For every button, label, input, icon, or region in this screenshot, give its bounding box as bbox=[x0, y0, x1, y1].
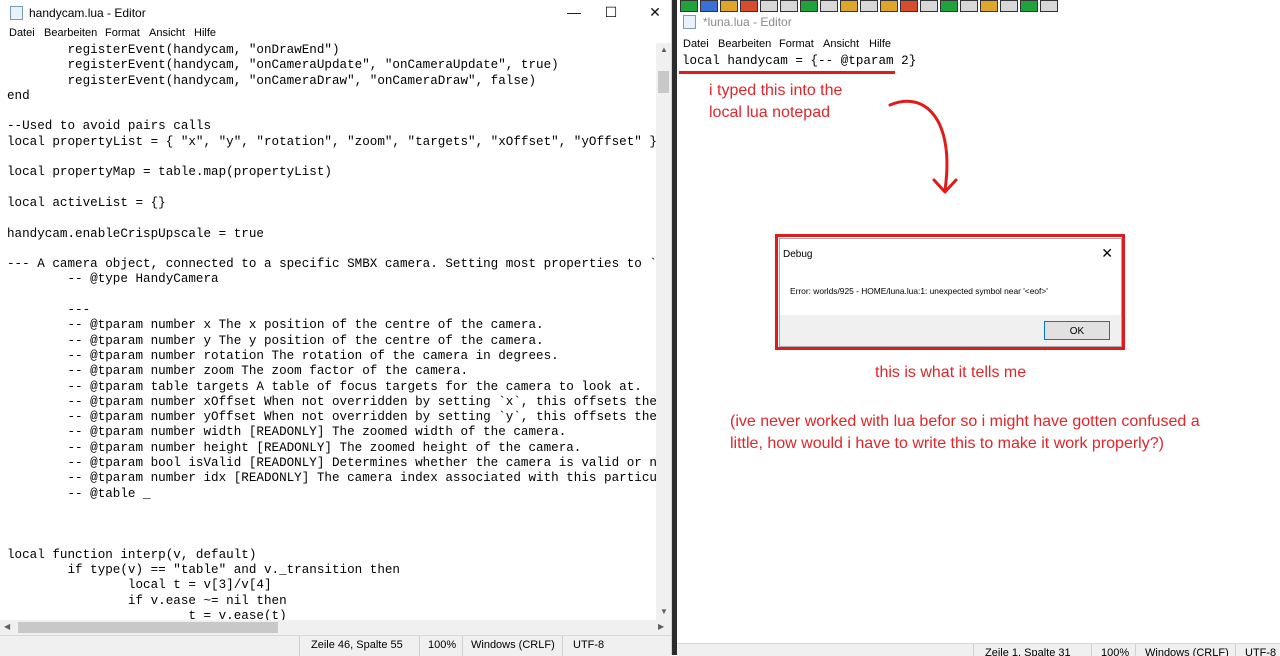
menu-datei[interactable]: Datei bbox=[9, 27, 35, 39]
dialog-message: Error: worlds/925 - HOME/luna.lua:1: une… bbox=[790, 286, 1048, 296]
scroll-up-arrow-icon[interactable]: ▲ bbox=[660, 45, 668, 54]
menu-bar: Datei Bearbeiten Format Ansicht Hilfe bbox=[0, 25, 671, 43]
tile bbox=[1020, 0, 1038, 12]
tile bbox=[980, 0, 998, 12]
scrollbar-thumb[interactable] bbox=[658, 71, 669, 93]
status-bar: Zeile 46, Spalte 55 100% Windows (CRLF) … bbox=[0, 635, 671, 656]
annotation-line: local lua notepad bbox=[709, 104, 830, 121]
text-editor-area[interactable]: registerEvent(handycam, "onDrawEnd") reg… bbox=[0, 43, 656, 620]
status-separator bbox=[1091, 644, 1092, 656]
status-separator bbox=[299, 636, 300, 656]
tile bbox=[940, 0, 958, 12]
vertical-scrollbar[interactable]: ▲ ▼ bbox=[656, 43, 671, 620]
ok-button[interactable]: OK bbox=[1044, 321, 1110, 340]
dialog-title: Debug bbox=[783, 249, 813, 260]
left-editor-window: handycam.lua - Editor — ☐ ✕ Datei Bearbe… bbox=[0, 0, 672, 656]
tile bbox=[820, 0, 838, 12]
annotation-question-note: (ive never worked with lua befor so i mi… bbox=[730, 411, 1200, 455]
annotation-line: i typed this into the bbox=[709, 82, 843, 99]
status-separator bbox=[562, 636, 563, 656]
status-separator bbox=[1235, 644, 1236, 656]
status-bar: Zeile 1, Spalte 31 100% Windows (CRLF) U… bbox=[677, 643, 1280, 656]
window-title: handycam.lua - Editor bbox=[29, 6, 146, 20]
notepad-icon bbox=[10, 6, 23, 20]
menu-hilfe[interactable]: Hilfe bbox=[194, 27, 216, 39]
scrollbar-thumb[interactable] bbox=[18, 622, 278, 633]
tile bbox=[780, 0, 798, 12]
code-text[interactable]: local handycam = {-- @tparam 2} bbox=[682, 54, 916, 69]
tile bbox=[700, 0, 718, 12]
annotation-line: (ive never worked with lua befor so i mi… bbox=[730, 413, 1200, 430]
menu-bar: Datei Bearbeiten Format Ansicht Hilfe bbox=[677, 36, 1280, 54]
status-separator bbox=[419, 636, 420, 656]
status-separator bbox=[973, 644, 974, 656]
status-zoom: 100% bbox=[428, 639, 457, 651]
menu-hilfe[interactable]: Hilfe bbox=[869, 38, 891, 50]
tile bbox=[720, 0, 738, 12]
maximize-button[interactable]: ☐ bbox=[588, 0, 634, 25]
tile bbox=[740, 0, 758, 12]
menu-format[interactable]: Format bbox=[779, 38, 814, 50]
menu-bearbeiten[interactable]: Bearbeiten bbox=[718, 38, 771, 50]
status-separator bbox=[1135, 644, 1136, 656]
tile bbox=[960, 0, 978, 12]
notepad-icon bbox=[683, 15, 696, 29]
tile bbox=[840, 0, 858, 12]
menu-format[interactable]: Format bbox=[105, 27, 140, 39]
scroll-left-arrow-icon[interactable]: ◀ bbox=[4, 622, 10, 631]
title-bar[interactable]: handycam.lua - Editor — ☐ ✕ bbox=[0, 0, 671, 25]
menu-ansicht[interactable]: Ansicht bbox=[823, 38, 859, 50]
tile bbox=[800, 0, 818, 12]
tile bbox=[920, 0, 938, 12]
status-position: Zeile 46, Spalte 55 bbox=[311, 639, 403, 651]
dialog-close-icon[interactable]: ✕ bbox=[1101, 245, 1113, 262]
annotation-line: little, how would i have to write this t… bbox=[730, 435, 1164, 452]
annotation-arrow-icon bbox=[888, 99, 958, 194]
close-button[interactable]: ✕ bbox=[632, 0, 678, 25]
debug-dialog: Debug ✕ Error: worlds/925 - HOME/luna.lu… bbox=[779, 238, 1122, 347]
menu-bearbeiten[interactable]: Bearbeiten bbox=[44, 27, 97, 39]
tile bbox=[680, 0, 698, 12]
horizontal-scrollbar[interactable]: ◀ ▶ bbox=[0, 620, 671, 635]
tile bbox=[860, 0, 878, 12]
scroll-down-arrow-icon[interactable]: ▼ bbox=[660, 607, 668, 616]
menu-ansicht[interactable]: Ansicht bbox=[149, 27, 185, 39]
scroll-right-arrow-icon[interactable]: ▶ bbox=[658, 622, 664, 631]
status-encoding: UTF-8 bbox=[573, 639, 605, 651]
annotation-underline bbox=[679, 71, 895, 74]
dialog-footer: OK bbox=[780, 315, 1121, 346]
status-line-endings: Windows (CRLF) bbox=[471, 639, 555, 651]
tile bbox=[880, 0, 898, 12]
tile bbox=[1040, 0, 1058, 12]
status-separator bbox=[462, 636, 463, 656]
annotation-typed-note: i typed this into the local lua notepad bbox=[709, 80, 842, 124]
title-bar[interactable]: *luna.lua - Editor bbox=[677, 12, 1280, 32]
tile bbox=[1000, 0, 1018, 12]
menu-datei[interactable]: Datei bbox=[683, 38, 709, 50]
window-title: *luna.lua - Editor bbox=[703, 15, 792, 29]
code-text: registerEvent(handycam, "onDrawEnd") reg… bbox=[7, 43, 656, 620]
tile bbox=[900, 0, 918, 12]
annotation-tells-note: this is what it tells me bbox=[875, 364, 1027, 381]
tile bbox=[760, 0, 778, 12]
